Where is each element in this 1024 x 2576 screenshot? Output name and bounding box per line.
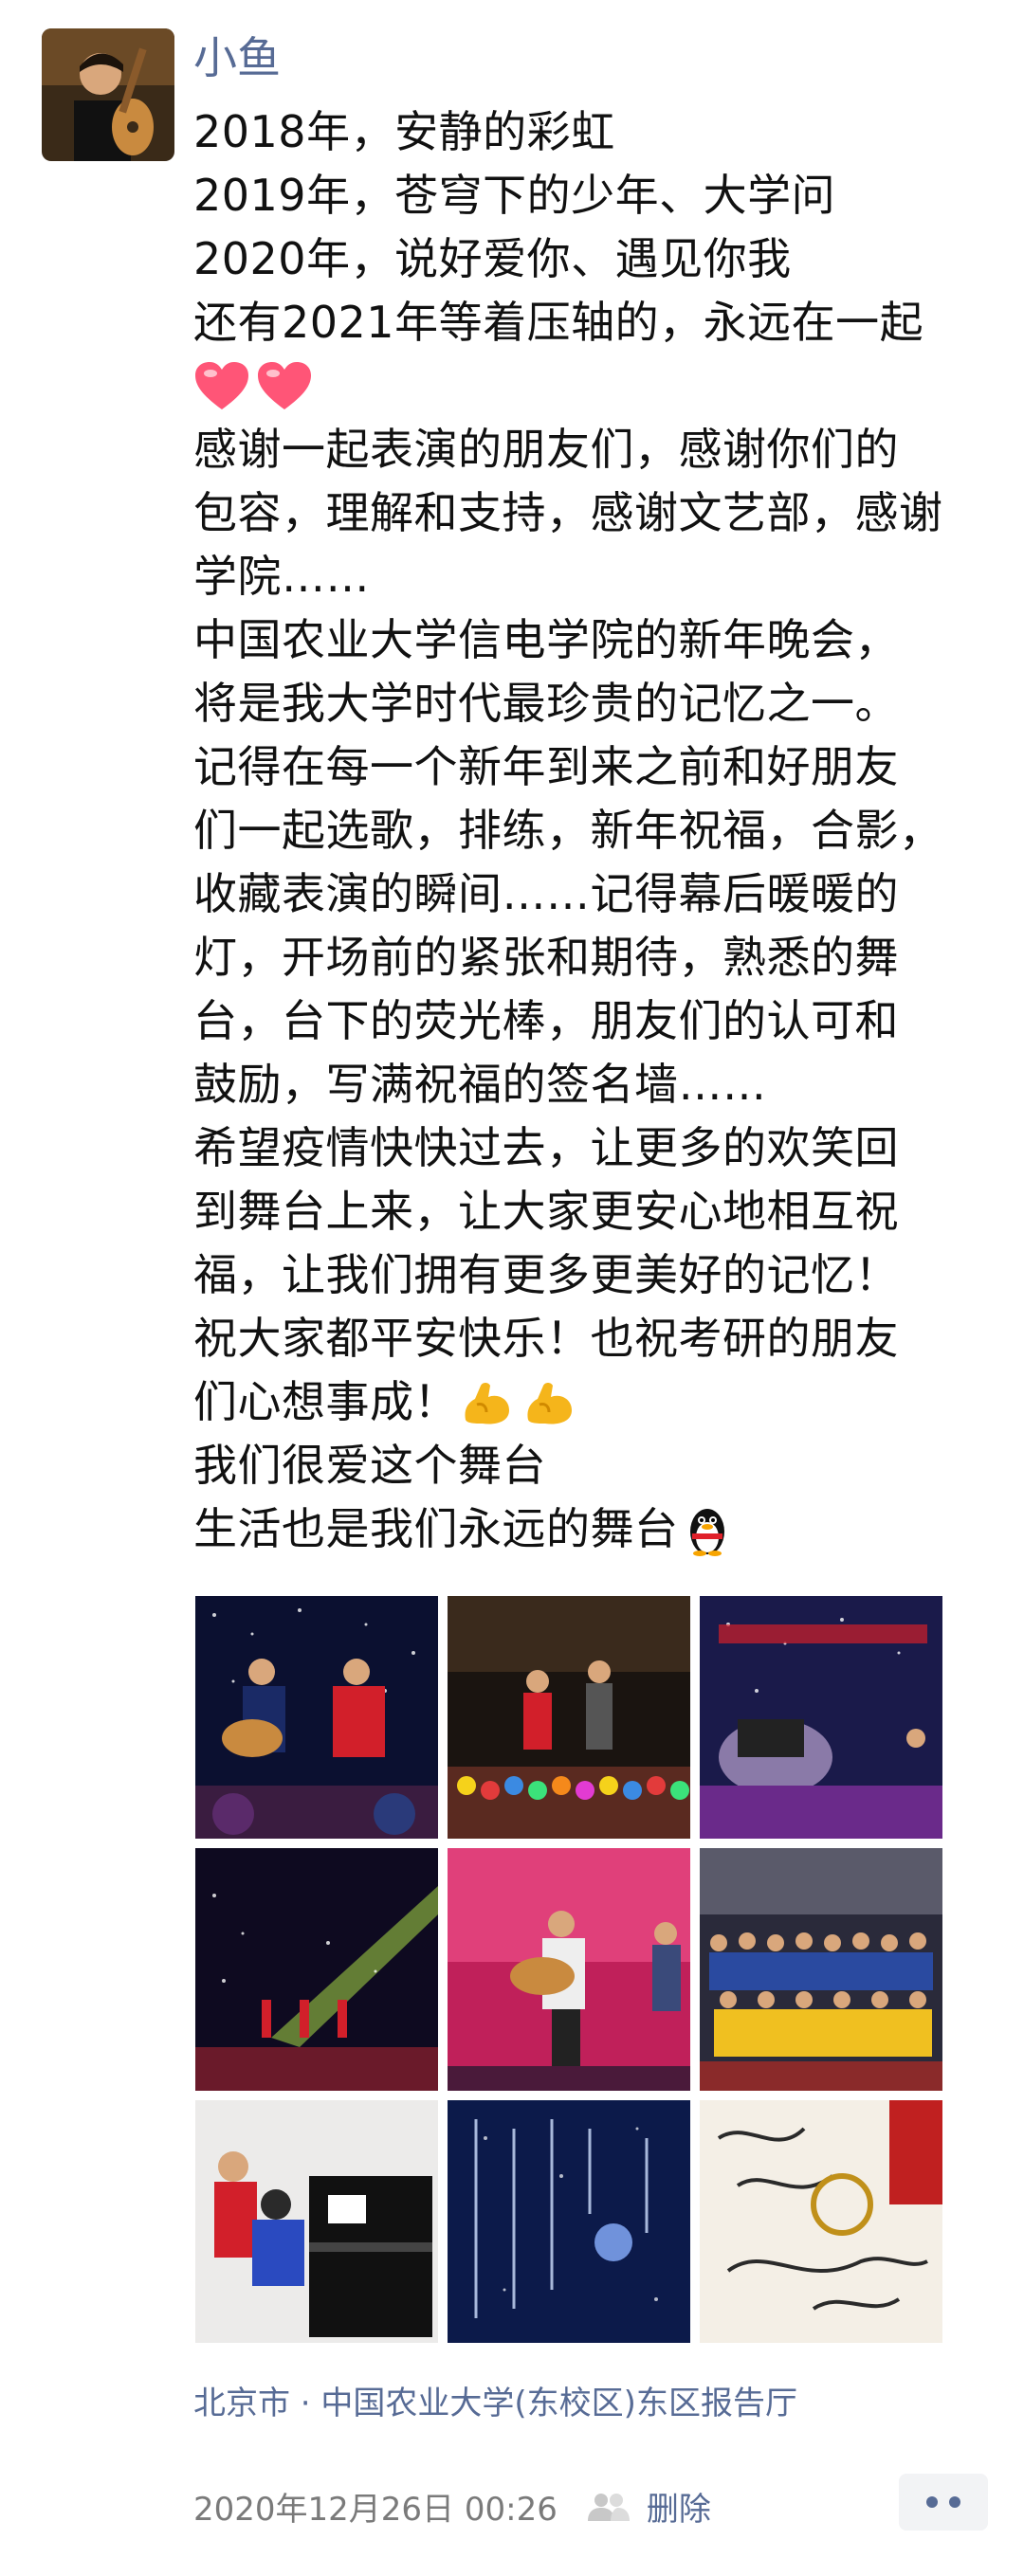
photo-grid [195, 1596, 944, 2343]
post-line: 们心想事成！ [193, 1376, 458, 1427]
more-options-button[interactable] [899, 2474, 988, 2531]
post-line: 我们很爱这个舞台 [193, 1440, 546, 1491]
post-line: 将是我大学时代最珍贵的记忆之一。 [193, 678, 899, 729]
penguin-icon [689, 1508, 724, 1556]
flexed-biceps-icon [527, 1382, 572, 1424]
timestamp: 2020年12月26日 00:26 [193, 2491, 558, 2529]
post-line: 中国农业大学信电学院的新年晚会， [193, 614, 899, 665]
visibility-icon[interactable] [586, 2491, 630, 2523]
photo-guitar-duo[interactable] [195, 1596, 438, 1839]
post-line: 收藏表演的瞬间……记得幕后暖暖的 [193, 868, 899, 919]
photo-guitar-performer[interactable] [448, 1848, 690, 2091]
post-line: 台，台下的荧光棒，朋友们的认可和 [193, 995, 899, 1046]
photo-group-photo[interactable] [700, 1848, 942, 2091]
post-line: 祝大家都平安快乐！也祝考研的朋友 [193, 1313, 899, 1364]
photo-singers-stage[interactable] [448, 1596, 690, 1839]
post-line: 2020年，说好爱你、遇见你我 [193, 233, 792, 284]
post-line: 2019年，苍穹下的少年、大学问 [193, 170, 836, 221]
author-name[interactable]: 小鱼 [193, 25, 281, 91]
post-line-with-emoji: 生活也是我们永远的舞台 [193, 1497, 980, 1561]
location-link[interactable]: 北京市 · 中国农业大学(东校区)东区报告厅 [193, 2377, 797, 2423]
photo-signature-wall[interactable] [700, 2100, 942, 2343]
post-line: 还有2021年等着压轴的，永远在一起 [193, 297, 924, 348]
post-line: 感谢一起表演的朋友们，感谢你们的 [193, 424, 899, 475]
post-line-with-emoji: 们心想事成！ [193, 1370, 980, 1434]
delete-button[interactable]: 删除 [647, 2483, 711, 2530]
emoji-line [193, 354, 980, 418]
post-line: 灯，开场前的紧张和期待，熟悉的舞 [193, 932, 899, 983]
post-text: 2018年，安静的彩虹 2019年，苍穹下的少年、大学问 2020年，说好爱你、… [193, 100, 980, 1561]
post-line: 包容，理解和支持，感谢文艺部，感谢 [193, 487, 943, 538]
photo-blue-calligraphy[interactable] [448, 2100, 690, 2343]
heart-icon [195, 361, 248, 409]
post-line: 鼓励，写满祝福的签名墙…… [193, 1059, 767, 1110]
post-line: 福，让我们拥有更多更美好的记忆！ [193, 1249, 899, 1300]
post-line: 们一起选歌，排练，新年祝福，合影， [193, 805, 943, 856]
photo-piano-stage[interactable] [700, 1596, 942, 1839]
post-line: 到舞台上来，让大家更安心地相互祝 [193, 1186, 899, 1237]
dot-icon [949, 2496, 960, 2508]
photo-spotlight-stage[interactable] [195, 1848, 438, 2091]
photo-piano-practice[interactable] [195, 2100, 438, 2343]
flexed-biceps-icon [465, 1382, 509, 1424]
post-line: 生活也是我们永远的舞台 [193, 1503, 679, 1554]
post-line: 2018年，安静的彩虹 [193, 106, 615, 157]
post-line: 记得在每一个新年到来之前和好朋友 [193, 741, 899, 792]
post-line: 希望疫情快快过去，让更多的欢笑回 [193, 1122, 899, 1173]
post-meta: 2020年12月26日 00:26 删除 [193, 2483, 711, 2530]
heart-icon [258, 361, 311, 409]
avatar[interactable] [42, 28, 174, 161]
dot-icon [926, 2496, 938, 2508]
post-line: 学院…… [193, 551, 370, 602]
